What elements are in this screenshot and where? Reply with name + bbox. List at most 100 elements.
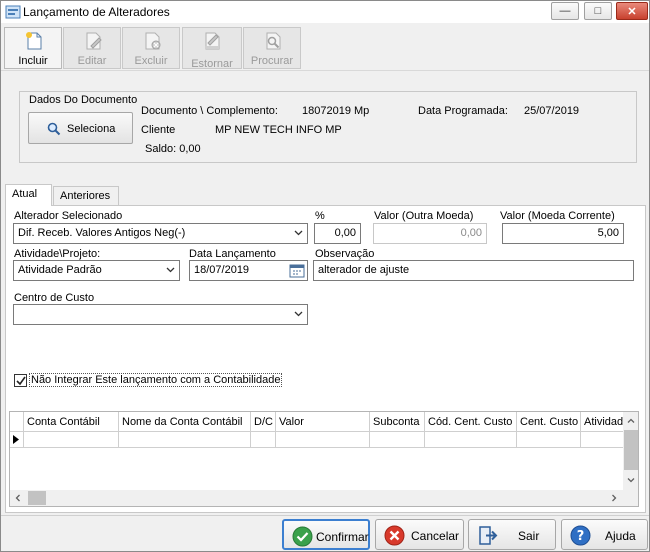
vertical-scroll-thumb[interactable] bbox=[624, 430, 638, 470]
cancel-icon bbox=[384, 525, 405, 546]
table-row[interactable] bbox=[276, 432, 370, 448]
procurar-button[interactable]: Procurar bbox=[243, 27, 301, 69]
saldo-value: Saldo: 0,00 bbox=[145, 143, 201, 155]
check-icon bbox=[292, 526, 313, 547]
tab-anteriores[interactable]: Anteriores bbox=[53, 186, 119, 206]
scroll-down-icon[interactable] bbox=[627, 478, 635, 483]
vertical-scrollbar[interactable] bbox=[623, 412, 638, 490]
minimize-button[interactable]: — bbox=[551, 2, 579, 20]
data-lancamento-value: 18/07/2019 bbox=[194, 264, 250, 276]
tab-atual[interactable]: Atual bbox=[5, 184, 52, 206]
close-button[interactable]: ✕ bbox=[616, 2, 648, 20]
pct-label: % bbox=[315, 210, 325, 222]
confirmar-button[interactable]: Confirmar bbox=[282, 519, 370, 550]
atividade-label: Atividade\Projeto: bbox=[14, 248, 101, 260]
grid-indicator-header bbox=[10, 412, 24, 432]
grid-header-cent-custo[interactable]: Cent. Custo bbox=[517, 412, 581, 432]
alterador-label: Alterador Selecionado bbox=[14, 210, 123, 222]
table-row[interactable] bbox=[24, 432, 119, 448]
grid-header-valor[interactable]: Valor bbox=[276, 412, 370, 432]
grid-header-dc[interactable]: D/C bbox=[251, 412, 276, 432]
atividade-value: Atividade Padrão bbox=[18, 264, 102, 276]
observacao-value: alterador de ajuste bbox=[318, 264, 410, 276]
separator bbox=[1, 515, 649, 516]
excluir-button[interactable]: Excluir bbox=[122, 27, 180, 69]
seleciona-button[interactable]: Seleciona bbox=[28, 112, 133, 144]
contas-grid: Conta Contábil Nome da Conta Contábil D/… bbox=[9, 411, 639, 507]
valor-outra-input[interactable]: 0,00 bbox=[373, 223, 487, 244]
grid-header-label: Nome da Conta Contábil bbox=[122, 416, 243, 428]
sair-button[interactable]: Sair bbox=[468, 519, 556, 550]
horizontal-scrollbar[interactable] bbox=[10, 490, 623, 506]
minimize-icon: — bbox=[559, 5, 571, 17]
tab-anteriores-label: Anteriores bbox=[60, 190, 111, 202]
close-icon: ✕ bbox=[627, 5, 637, 18]
confirmar-label: Confirmar bbox=[316, 530, 369, 544]
estornar-button[interactable]: Estornar bbox=[182, 27, 242, 70]
edit-document-icon bbox=[86, 32, 102, 50]
ajuda-label: Ajuda bbox=[605, 529, 636, 543]
excluir-label: Excluir bbox=[134, 55, 168, 67]
calendar-icon[interactable] bbox=[289, 263, 305, 278]
app-icon bbox=[5, 5, 21, 19]
nao-integrar-checkbox[interactable] bbox=[14, 374, 27, 387]
chevron-down-icon bbox=[166, 267, 175, 273]
tab-connector bbox=[6, 204, 51, 207]
grid-header-label: Cent. Custo bbox=[520, 416, 579, 428]
scroll-left-icon[interactable] bbox=[15, 494, 20, 502]
new-document-icon bbox=[26, 32, 42, 50]
pct-value: 0,00 bbox=[334, 227, 356, 239]
dados-documento-title: Dados Do Documento bbox=[29, 94, 138, 106]
table-row[interactable] bbox=[425, 432, 517, 448]
documento-label: Documento \ Complemento: bbox=[141, 105, 278, 117]
grid-header-subconta[interactable]: Subconta bbox=[370, 412, 425, 432]
magnifier-icon bbox=[47, 122, 61, 136]
table-row[interactable] bbox=[581, 432, 625, 448]
grid-header-label: Cód. Cent. Custo bbox=[428, 416, 513, 428]
reverse-document-icon bbox=[205, 32, 220, 50]
observacao-label: Observação bbox=[315, 248, 375, 260]
horizontal-scroll-thumb[interactable] bbox=[28, 491, 46, 505]
table-row[interactable] bbox=[119, 432, 251, 448]
alterador-select[interactable]: Dif. Receb. Valores Antigos Neg(-) bbox=[13, 223, 308, 244]
delete-document-icon bbox=[145, 32, 161, 50]
cliente-value: MP NEW TECH INFO MP bbox=[215, 124, 342, 136]
grid-header-conta-contabil[interactable]: Conta Contábil bbox=[24, 412, 119, 432]
cancelar-label: Cancelar bbox=[411, 529, 460, 543]
svg-text:?: ? bbox=[577, 529, 585, 544]
documento-value: 18072019 Mp bbox=[302, 105, 370, 117]
grid-header-nome-conta[interactable]: Nome da Conta Contábil bbox=[119, 412, 251, 432]
grid-header-label: Valor bbox=[279, 416, 304, 428]
row-pointer-icon bbox=[13, 435, 19, 444]
search-document-icon bbox=[266, 32, 281, 50]
centro-custo-label: Centro de Custo bbox=[14, 292, 95, 304]
cancelar-button[interactable]: Cancelar bbox=[375, 519, 464, 550]
maximize-button[interactable]: □ bbox=[584, 2, 612, 20]
grid-header-cod-cent-custo[interactable]: Cód. Cent. Custo bbox=[425, 412, 517, 432]
grid-header-label: Atividade bbox=[584, 416, 625, 428]
incluir-label: Incluir bbox=[18, 55, 48, 67]
valor-outra-value: 0,00 bbox=[460, 227, 482, 239]
observacao-input[interactable]: alterador de ajuste bbox=[313, 260, 634, 281]
table-row[interactable] bbox=[517, 432, 581, 448]
tab-atual-label: Atual bbox=[12, 188, 38, 200]
editar-button[interactable]: Editar bbox=[63, 27, 121, 69]
table-row[interactable] bbox=[251, 432, 276, 448]
valor-corrente-label: Valor (Moeda Corrente) bbox=[500, 210, 615, 222]
scroll-right-icon[interactable] bbox=[612, 494, 617, 502]
incluir-button[interactable]: Incluir bbox=[4, 27, 62, 69]
pct-input[interactable]: 0,00 bbox=[314, 223, 361, 244]
scroll-up-icon[interactable] bbox=[627, 418, 635, 423]
help-icon: ? bbox=[570, 525, 591, 546]
chevron-down-icon bbox=[294, 230, 303, 236]
grid-header-atividade[interactable]: Atividade bbox=[581, 412, 625, 432]
valor-corrente-input[interactable]: 5,00 bbox=[502, 223, 624, 244]
table-row[interactable] bbox=[370, 432, 425, 448]
editar-label: Editar bbox=[77, 55, 107, 67]
atividade-select[interactable]: Atividade Padrão bbox=[13, 260, 180, 281]
nao-integrar-label[interactable]: Não Integrar Este lançamento com a Conta… bbox=[29, 373, 283, 387]
centro-custo-select[interactable] bbox=[13, 304, 308, 325]
grid-header-label: D/C bbox=[254, 416, 273, 428]
ajuda-button[interactable]: ? Ajuda bbox=[561, 519, 648, 550]
data-lancamento-input[interactable]: 18/07/2019 bbox=[189, 260, 308, 281]
